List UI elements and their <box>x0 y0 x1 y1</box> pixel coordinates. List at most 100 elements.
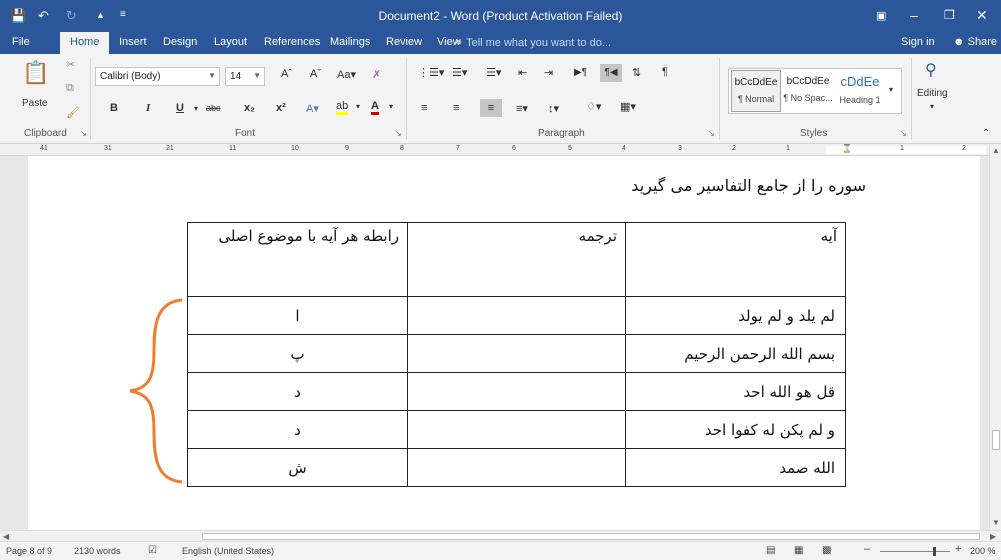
zoom-in-icon[interactable]: + <box>955 543 961 555</box>
ribbon-display-options-icon[interactable]: ▣ <box>876 9 886 22</box>
tab-home[interactable]: Home <box>60 32 110 54</box>
style-normal[interactable]: bCcDdEe ¶ Normal <box>731 70 781 112</box>
shading-icon[interactable]: ♢▾ <box>586 100 601 113</box>
show-marks-icon[interactable]: ¶ <box>662 66 668 78</box>
tab-layout[interactable]: Layout <box>214 36 247 48</box>
clipboard-launcher-icon[interactable]: ↘ <box>80 129 87 138</box>
proofing-icon[interactable]: ☑ <box>148 545 157 556</box>
format-painter-icon[interactable]: 🖌 <box>66 106 80 119</box>
ayah-cell[interactable]: بسم الله الرحمن الرحیم <box>625 334 846 373</box>
translation-cell[interactable] <box>407 448 626 487</box>
zoom-out-icon[interactable]: – <box>864 543 870 555</box>
scroll-thumb[interactable] <box>992 430 1000 450</box>
relation-cell[interactable]: ا <box>187 296 408 335</box>
highlight-icon[interactable]: ab <box>336 100 349 115</box>
editing-button[interactable]: Editing <box>917 88 948 99</box>
web-layout-icon[interactable]: ▩ <box>822 545 831 556</box>
align-left-icon[interactable]: ≡ <box>421 102 427 114</box>
translation-cell[interactable] <box>407 296 626 335</box>
relation-cell[interactable]: د <box>187 410 408 449</box>
italic-icon[interactable]: I <box>146 102 150 114</box>
ayah-cell[interactable]: الله صمد <box>625 448 846 487</box>
align-center-icon[interactable]: ≡ <box>453 102 459 114</box>
ayah-cell[interactable]: قل هو الله احد <box>625 372 846 411</box>
minimize-icon[interactable]: – <box>910 7 918 23</box>
change-case-icon[interactable]: Aa▾ <box>337 68 356 81</box>
increase-indent-icon[interactable]: ⇥ <box>544 66 553 79</box>
bold-icon[interactable]: B <box>110 102 118 114</box>
scroll-down-icon[interactable]: ▼ <box>992 518 1000 527</box>
align-right-icon[interactable]: ≡ <box>480 99 502 117</box>
share-button[interactable]: ☻ Share <box>953 36 997 48</box>
document-page[interactable]: سوره را از جامع التفاسیر می گیرید آیه تر… <box>28 156 980 530</box>
indent-marker-icon[interactable]: ⌛ <box>842 144 852 153</box>
chevron-down-icon[interactable]: ▾ <box>356 102 360 111</box>
language-indicator[interactable]: English (United States) <box>182 546 274 556</box>
style-heading-1[interactable]: cDdEe Heading 1 <box>835 70 885 112</box>
decrease-indent-icon[interactable]: ⇤ <box>518 66 527 79</box>
chevron-down-icon[interactable]: ▾ <box>389 102 393 111</box>
shrink-font-icon[interactable]: Aˇ <box>310 68 321 80</box>
scroll-thumb[interactable] <box>202 533 980 540</box>
underline-icon[interactable]: U <box>176 102 184 114</box>
restore-icon[interactable]: ❐ <box>944 8 955 22</box>
close-icon[interactable]: ✕ <box>976 7 988 24</box>
tab-review[interactable]: Review <box>386 36 422 48</box>
relation-cell[interactable]: د <box>187 372 408 411</box>
font-color-icon[interactable]: A <box>371 100 379 115</box>
borders-icon[interactable]: ▦▾ <box>620 100 636 113</box>
paste-icon[interactable]: 📋 <box>22 60 49 86</box>
font-size-box[interactable]: 14 ▼ <box>225 67 265 86</box>
sign-in-link[interactable]: Sign in <box>901 36 935 48</box>
tab-file[interactable]: File <box>12 36 30 48</box>
ayah-cell[interactable]: لم یلد و لم یولد <box>625 296 846 335</box>
relation-cell[interactable]: ش <box>187 448 408 487</box>
subscript-icon[interactable]: x₂ <box>244 102 255 114</box>
scroll-left-icon[interactable]: ◀ <box>3 532 9 541</box>
tab-design[interactable]: Design <box>163 36 197 48</box>
word-count[interactable]: 2130 words <box>74 546 121 556</box>
horizontal-scrollbar[interactable]: ◀ ▶ <box>0 530 1001 541</box>
ayah-cell[interactable]: و لم یکن له کفوا احد <box>625 410 846 449</box>
font-launcher-icon[interactable]: ↘ <box>395 129 402 138</box>
ltr-icon[interactable]: ▶¶ <box>574 67 587 78</box>
paragraph-launcher-icon[interactable]: ↘ <box>708 129 715 138</box>
numbering-icon[interactable]: ☰▾ <box>452 66 467 79</box>
search-icon[interactable]: ⚲ <box>925 60 937 80</box>
tab-insert[interactable]: Insert <box>119 36 147 48</box>
styles-more-icon[interactable]: ▾ <box>889 85 893 94</box>
page-counter[interactable]: Page 8 of 9 <box>6 546 52 556</box>
style-no-spacing[interactable]: bCcDdEe ¶ No Spac... <box>783 70 833 112</box>
translation-cell[interactable] <box>407 410 626 449</box>
translation-cell[interactable] <box>407 334 626 373</box>
bullets-icon[interactable]: ⋮☰▾ <box>418 66 444 79</box>
print-layout-icon[interactable]: ▦ <box>794 545 803 556</box>
read-mode-icon[interactable]: ▤ <box>766 545 775 556</box>
styles-launcher-icon[interactable]: ↘ <box>900 129 907 138</box>
tab-references[interactable]: References <box>264 36 320 48</box>
clear-formatting-icon[interactable]: ✗ <box>372 68 381 81</box>
tab-mailings[interactable]: Mailings <box>330 36 370 48</box>
scroll-up-icon[interactable]: ▲ <box>992 146 1000 155</box>
chevron-down-icon[interactable]: ▾ <box>194 104 198 113</box>
strikethrough-icon[interactable]: abc <box>206 103 221 113</box>
paste-label[interactable]: Paste <box>22 98 48 109</box>
justify-icon[interactable]: ≡▾ <box>516 102 528 115</box>
superscript-icon[interactable]: x² <box>276 102 286 114</box>
font-name-box[interactable]: Calibri (Body) ▼ <box>95 67 220 86</box>
cut-icon[interactable]: ✂ <box>66 58 75 71</box>
zoom-slider-knob[interactable] <box>933 547 936 556</box>
grow-font-icon[interactable]: Aˆ <box>281 68 292 80</box>
tell-me-box[interactable]: ⚭ Tell me what you want to do... <box>454 36 611 49</box>
zoom-slider[interactable] <box>880 551 950 552</box>
copy-icon[interactable]: ⧉ <box>66 82 74 95</box>
line-spacing-icon[interactable]: ↕▾ <box>548 102 559 115</box>
multilevel-list-icon[interactable]: ☰▾ <box>486 66 501 79</box>
translation-cell[interactable] <box>407 372 626 411</box>
text-effects-icon[interactable]: A▾ <box>306 102 319 115</box>
vertical-scrollbar[interactable]: ▲ ▼ <box>989 144 1001 530</box>
collapse-ribbon-icon[interactable]: ⌃ <box>982 128 990 139</box>
rtl-icon[interactable]: ¶◀ <box>600 64 622 82</box>
zoom-level[interactable]: 200 % <box>970 546 996 556</box>
relation-cell[interactable]: پ <box>187 334 408 373</box>
